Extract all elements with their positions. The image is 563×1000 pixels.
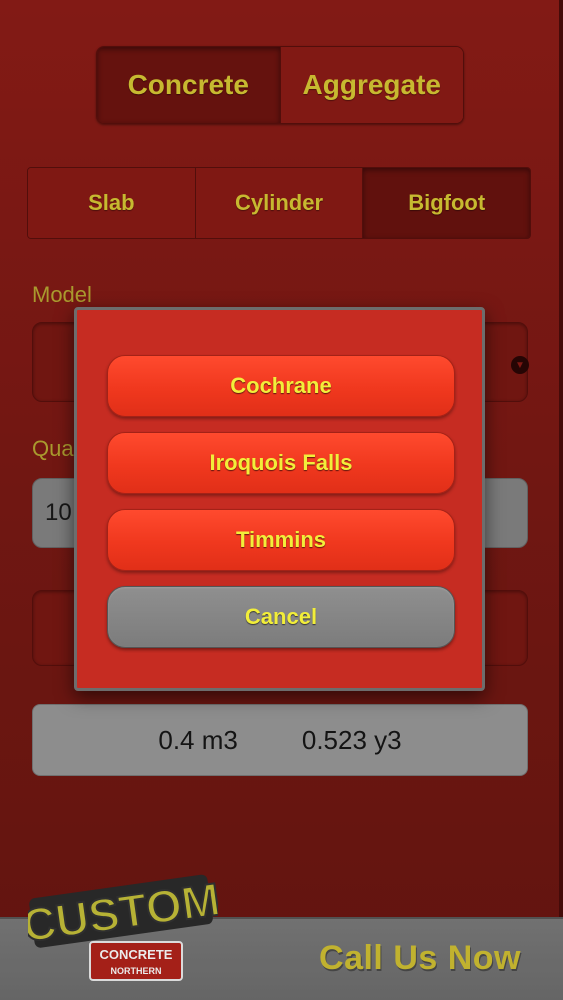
option-iroquois-falls[interactable]: Iroquois Falls <box>107 432 455 494</box>
option-cochrane[interactable]: Cochrane <box>107 355 455 417</box>
option-timmins[interactable]: Timmins <box>107 509 455 571</box>
location-dialog: Cochrane Iroquois Falls Timmins Cancel <box>74 307 485 691</box>
cancel-button[interactable]: Cancel <box>107 586 455 648</box>
